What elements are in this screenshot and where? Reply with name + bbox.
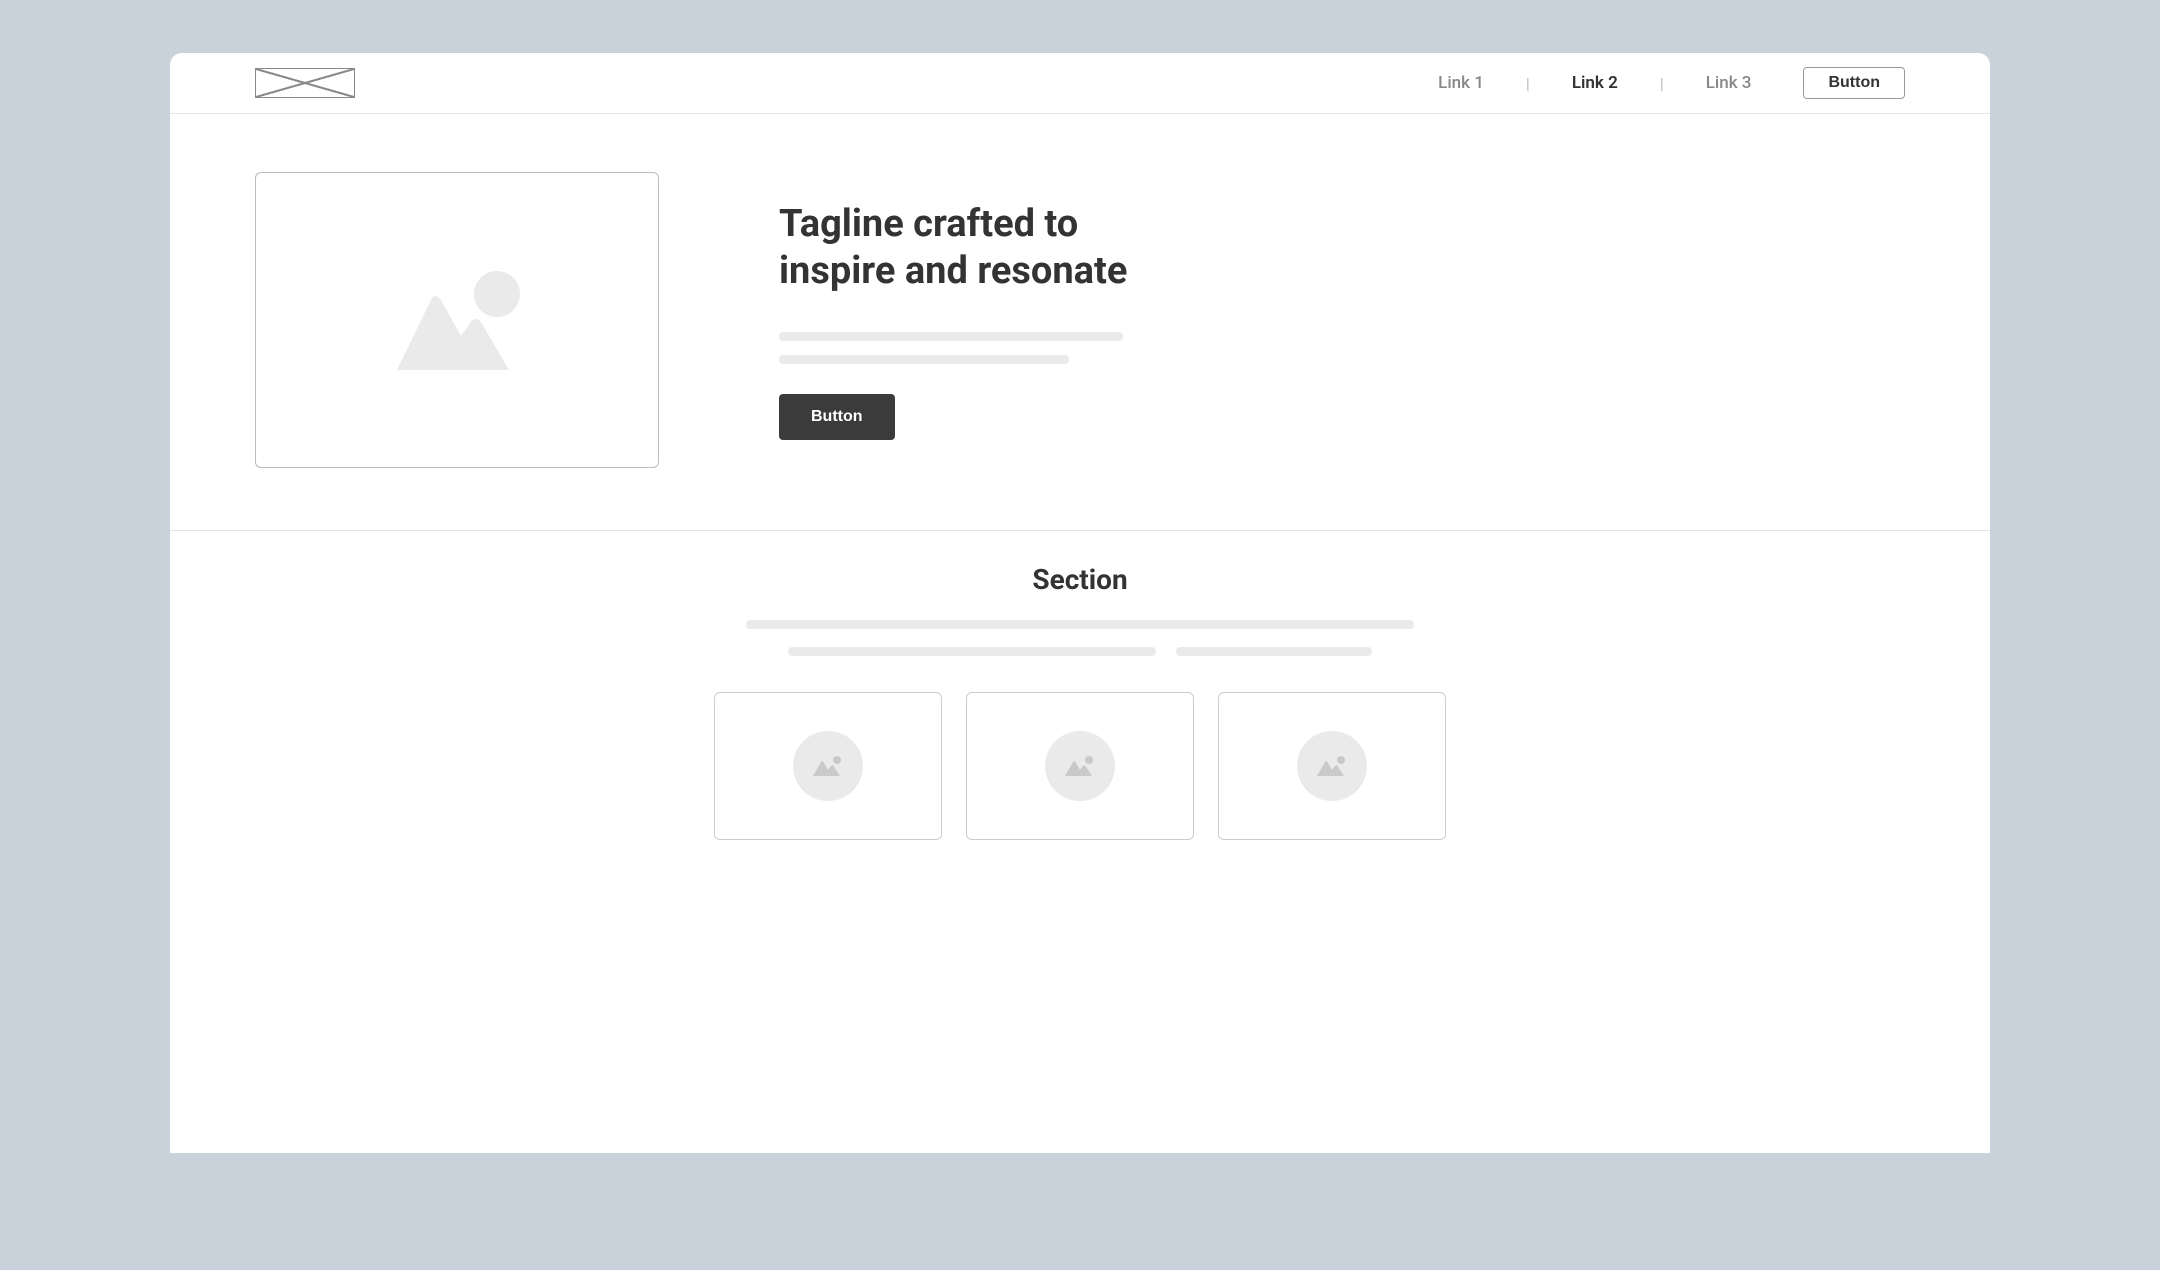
text-placeholder-row [788,647,1372,656]
image-icon [810,752,846,780]
page-container: Link 1 | Link 2 | Link 3 Button Tagline … [170,53,1990,1153]
text-placeholder-line [1176,647,1372,656]
content-section: Section [170,531,1990,840]
text-placeholder-line [788,647,1156,656]
nav-link-3[interactable]: Link 3 [1706,73,1752,93]
image-icon [1314,752,1350,780]
logo-placeholder[interactable] [255,68,355,98]
card-item[interactable] [714,692,942,840]
nav-link-1[interactable]: Link 1 [1438,73,1484,93]
hero-section: Tagline crafted to inspire and resonate … [170,114,1990,531]
card-item[interactable] [966,692,1194,840]
main-nav: Link 1 | Link 2 | Link 3 Button [1438,67,1905,99]
card-image-placeholder [1297,731,1367,801]
hero-cta-button[interactable]: Button [779,394,895,440]
section-title: Section [255,563,1905,596]
card-item[interactable] [1218,692,1446,840]
nav-link-2[interactable]: Link 2 [1572,73,1618,93]
text-placeholder-line [779,332,1123,341]
card-image-placeholder [793,731,863,801]
hero-content: Tagline crafted to inspire and resonate … [779,201,1905,440]
card-image-placeholder [1045,731,1115,801]
site-header: Link 1 | Link 2 | Link 3 Button [170,53,1990,114]
text-placeholder-line [746,620,1414,629]
nav-divider: | [1660,74,1664,93]
image-icon [1062,752,1098,780]
nav-divider: | [1526,74,1530,93]
hero-title: Tagline crafted to inspire and resonate [779,201,1129,296]
text-placeholder-line [779,355,1069,364]
header-cta-button[interactable]: Button [1803,67,1905,99]
image-icon [367,250,547,390]
hero-image-placeholder [255,172,659,468]
card-row [255,692,1905,840]
section-text-placeholder [255,620,1905,656]
